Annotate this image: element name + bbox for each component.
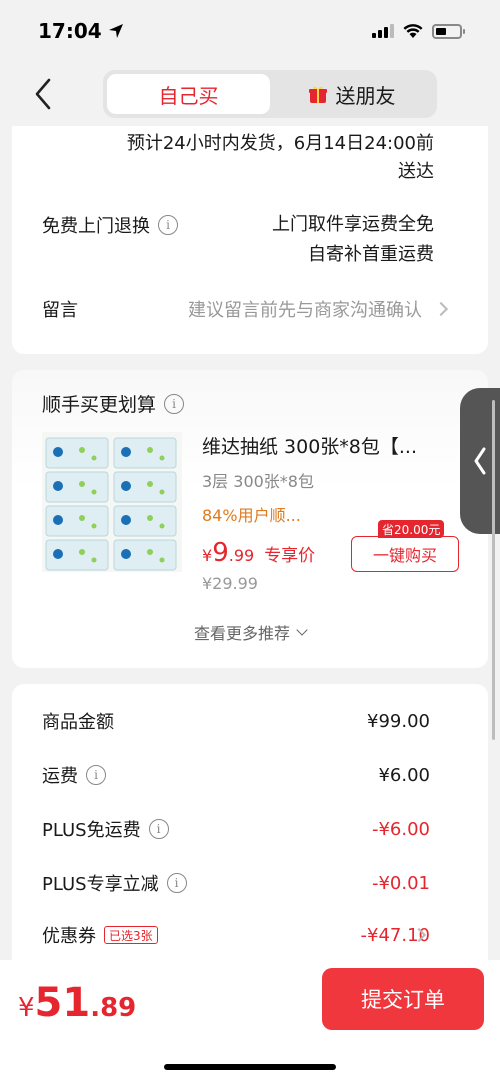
cellular-signal-icon (372, 24, 394, 38)
summary-label: 运费 (42, 766, 78, 787)
battery-icon (432, 23, 465, 39)
info-icon[interactable]: i (86, 765, 106, 785)
addon-title: 顺手买更划算 (42, 394, 157, 416)
wifi-icon (403, 24, 423, 38)
summary-value: -¥6.00 (371, 818, 430, 840)
price-summary-card: 商品金额 ¥99.00 运费 i ¥6.00 PLUS免运费 i -¥6.00 PL… (12, 684, 488, 984)
message-label: 留言 (42, 300, 78, 321)
free-return-value: 上门取件享运费全免 自寄补首重运费 (272, 210, 434, 270)
price-decimal: .99 (228, 546, 255, 565)
return-value-line-2: 自寄补首重运费 (308, 244, 434, 265)
savings-badge: 省20.00元 (378, 520, 445, 538)
summary-row-shipping: 运费 i ¥6.00 (42, 760, 430, 790)
status-time: 17:04 (38, 19, 124, 43)
clock: 17:04 (38, 19, 102, 43)
delivery-estimate: 预计24小时内发货，6月14日24:00前 送达 (127, 130, 434, 186)
summary-label: PLUS专享立减 (42, 874, 159, 895)
product-rating: 84%用户顺... (202, 506, 301, 525)
top-nav: 自己买 送朋友 (0, 62, 500, 126)
total-decimal: .89 (90, 993, 137, 1023)
summary-label: 商品金额 (42, 712, 114, 733)
submit-order-button[interactable]: 提交订单 (322, 968, 484, 1030)
chevron-right-icon (433, 301, 449, 317)
chevron-left-icon (35, 78, 51, 110)
status-bar: 17:04 (0, 0, 500, 62)
one-click-buy-button[interactable]: 一键购买 (351, 536, 459, 572)
delivery-line-2: 送达 (398, 161, 434, 182)
free-return-label: 免费上门退换 (42, 216, 150, 237)
summary-value: ¥99.00 (367, 710, 430, 732)
tab-label: 送朋友 (335, 83, 396, 108)
addon-recommendation-card: 顺手买更划算 i 维达抽纸 300张*8包【... 3层 300张*8包 84%… (12, 370, 488, 668)
summary-row-plus-free-shipping: PLUS免运费 i -¥6.00 (42, 814, 430, 844)
summary-label: PLUS免运费 (42, 820, 141, 841)
product-image[interactable] (42, 432, 182, 572)
location-arrow-icon (108, 24, 123, 38)
buy-button-label: 一键购买 (372, 546, 437, 565)
info-icon[interactable]: i (164, 393, 185, 414)
product-title[interactable]: 维达抽纸 300张*8包【... (202, 432, 417, 459)
addon-title-row: 顺手买更划算 i (42, 390, 185, 417)
tissue-pack-image (42, 432, 182, 572)
message-placeholder: 建议留言前先与商家沟通确认 (188, 300, 422, 321)
summary-value: ¥6.00 (378, 764, 430, 786)
summary-row-goods: 商品金额 ¥99.00 (42, 706, 430, 736)
more-recommendations-label: 查看更多推荐 (193, 624, 290, 643)
info-icon[interactable]: i (158, 215, 178, 235)
return-value-line-1: 上门取件享运费全免 (272, 214, 434, 235)
summary-value: -¥0.01 (371, 872, 430, 894)
original-price: ¥29.99 (202, 574, 258, 593)
chevron-down-icon (296, 624, 308, 636)
tab-label: 自己买 (158, 83, 219, 108)
purchase-mode-switch: 自己买 送朋友 (103, 70, 437, 118)
chevron-left-icon (474, 447, 486, 475)
tab-buy-for-self[interactable]: 自己买 (107, 74, 270, 114)
coupon-count-tag: 已选3张 (104, 926, 158, 944)
info-icon[interactable]: i (148, 819, 169, 839)
summary-row-coupon[interactable]: 优惠券 已选3张 -¥47.10 (42, 920, 458, 950)
scrollbar[interactable] (492, 400, 495, 740)
total-integer: 51 (34, 980, 91, 1026)
delivery-line-1: 预计24小时内发货，6月14日24:00前 (126, 133, 434, 154)
summary-row-plus-discount: PLUS专享立减 i -¥0.01 (42, 868, 430, 898)
product-price: ¥ 9 .99 专享价 (202, 538, 315, 568)
home-indicator[interactable] (164, 1064, 336, 1070)
tab-send-to-friend[interactable]: 送朋友 (270, 74, 433, 114)
price-symbol: ¥ (202, 546, 213, 565)
status-icons (372, 23, 465, 39)
more-recommendations-link[interactable]: 查看更多推荐 (12, 620, 488, 644)
total-symbol: ¥ (18, 993, 35, 1023)
summary-label: 优惠券 (42, 926, 96, 947)
order-options-card: 预计24小时内发货，6月14日24:00前 送达 免费上门退换 i 上门取件享运… (12, 126, 488, 354)
submit-order-label: 提交订单 (361, 988, 445, 1012)
info-icon[interactable]: i (166, 873, 187, 893)
order-total: ¥ 51 .89 (18, 980, 136, 1026)
gift-icon (308, 86, 327, 103)
exclusive-price-tag: 专享价 (264, 546, 316, 566)
back-button[interactable] (28, 76, 58, 112)
price-integer: 9 (212, 538, 229, 568)
message-row[interactable]: 留言 建议留言前先与商家沟通确认 (42, 296, 449, 322)
product-spec: 3层 300张*8包 (202, 472, 314, 491)
